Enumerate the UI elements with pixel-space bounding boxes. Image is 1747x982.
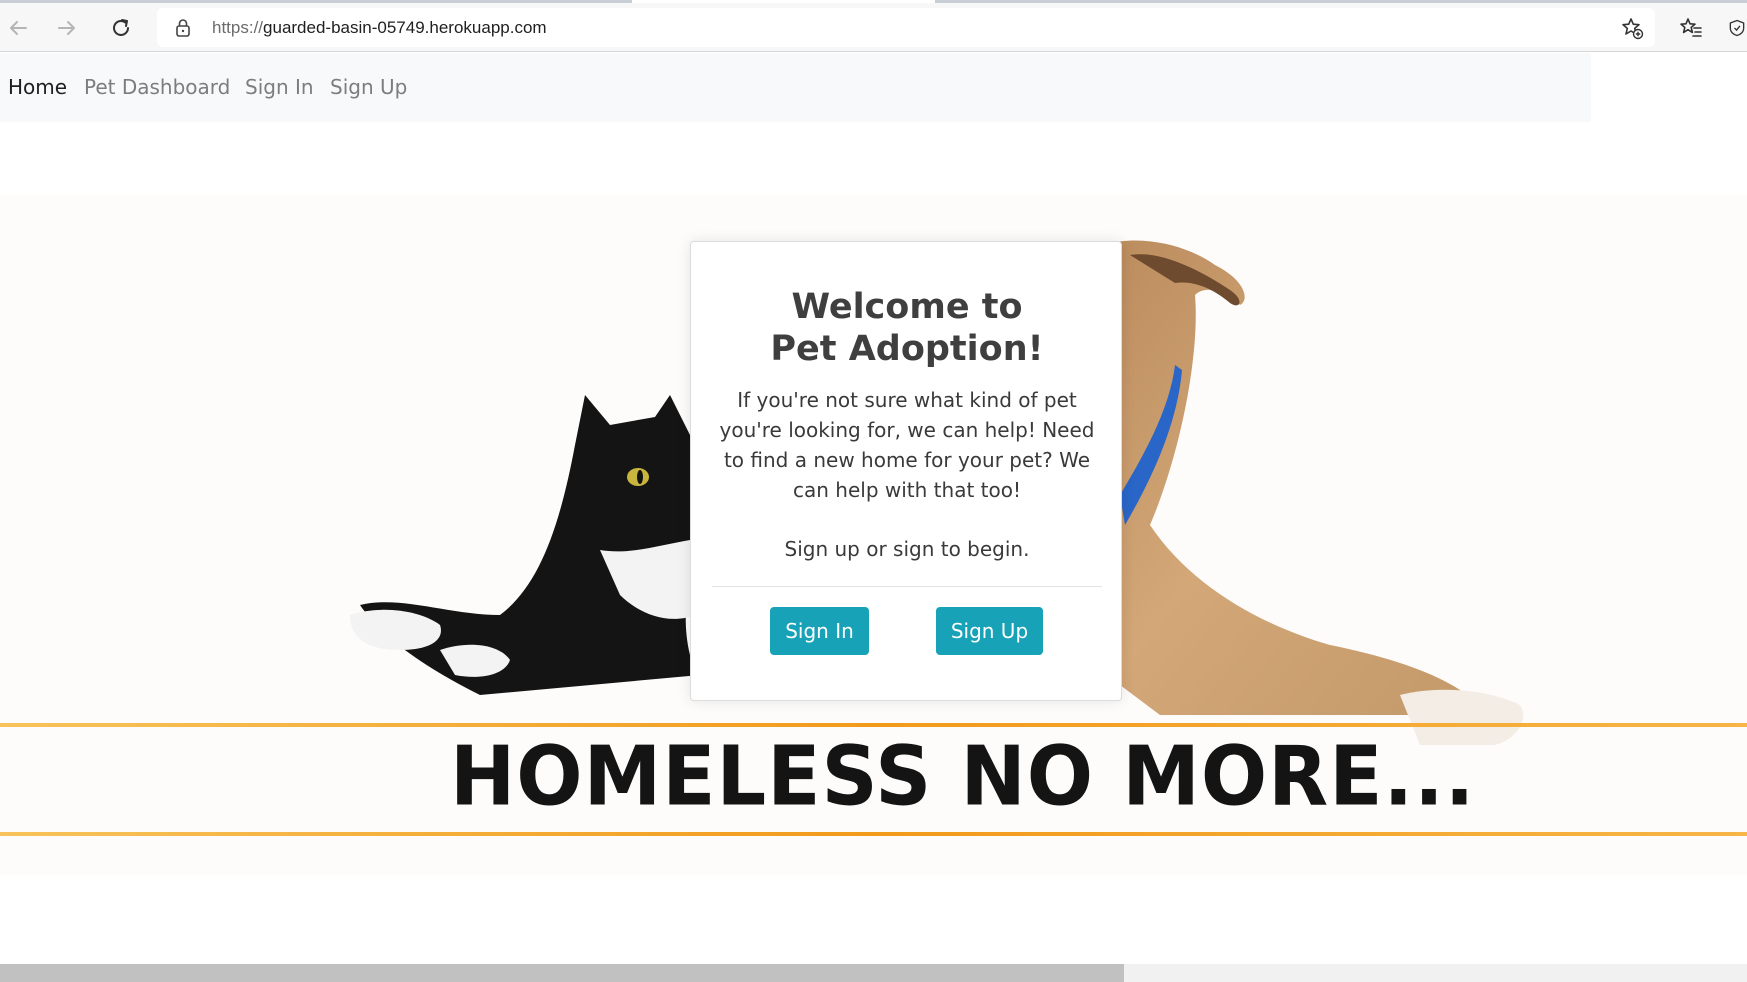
- url-scheme: https://: [212, 18, 264, 37]
- url-host: guarded-basin-05749.herokuapp.com: [263, 18, 547, 37]
- lock-icon[interactable]: [175, 18, 191, 37]
- forward-button[interactable]: [49, 10, 85, 46]
- browser-essentials-icon: [1729, 19, 1745, 37]
- back-button[interactable]: [0, 10, 36, 46]
- welcome-title: Welcome to Pet Adoption!: [691, 286, 1123, 370]
- welcome-title-line-1: Welcome to: [791, 287, 1023, 327]
- sign-up-button[interactable]: Sign Up: [936, 607, 1043, 655]
- nav-sign-up-link[interactable]: Sign Up: [330, 75, 407, 99]
- nav-home-link[interactable]: Home: [8, 75, 67, 99]
- cat-figure: [350, 395, 700, 695]
- banner-slogan: HOMELESS NO MORE...: [450, 730, 1476, 825]
- reload-button[interactable]: [103, 10, 139, 46]
- add-favorite-icon: [1622, 18, 1644, 40]
- welcome-description: If you're not sure what kind of pet you'…: [719, 388, 1095, 502]
- sign-in-button[interactable]: Sign In: [770, 607, 869, 655]
- welcome-card: Welcome to Pet Adoption! If you're not s…: [690, 241, 1122, 701]
- welcome-title-line-2: Pet Adoption!: [770, 329, 1044, 369]
- url-text[interactable]: https://guarded-basin-05749.herokuapp.co…: [212, 8, 547, 47]
- address-bar[interactable]: https://guarded-basin-05749.herokuapp.co…: [157, 8, 1655, 47]
- nav-sign-in-link[interactable]: Sign In: [245, 75, 314, 99]
- dog-figure: [1080, 240, 1524, 745]
- card-divider: [712, 586, 1102, 587]
- scrollbar-thumb[interactable]: [0, 964, 1124, 982]
- favorites-icon: [1680, 18, 1702, 37]
- forward-arrow-icon: [58, 21, 75, 35]
- welcome-prompt: Sign up or sign to begin.: [784, 537, 1030, 561]
- add-favorite-button[interactable]: [1614, 10, 1650, 46]
- back-arrow-icon: [10, 21, 27, 35]
- horizontal-scrollbar[interactable]: [0, 964, 1747, 982]
- favorites-button[interactable]: [1673, 10, 1709, 46]
- nav-pet-dashboard-link[interactable]: Pet Dashboard: [84, 75, 230, 99]
- browser-toolbar: https://guarded-basin-05749.herokuapp.co…: [0, 3, 1747, 52]
- reload-icon: [113, 19, 129, 36]
- site-navbar: Home Pet Dashboard Sign In Sign Up: [0, 53, 1591, 122]
- browser-essentials-button[interactable]: [1727, 10, 1747, 46]
